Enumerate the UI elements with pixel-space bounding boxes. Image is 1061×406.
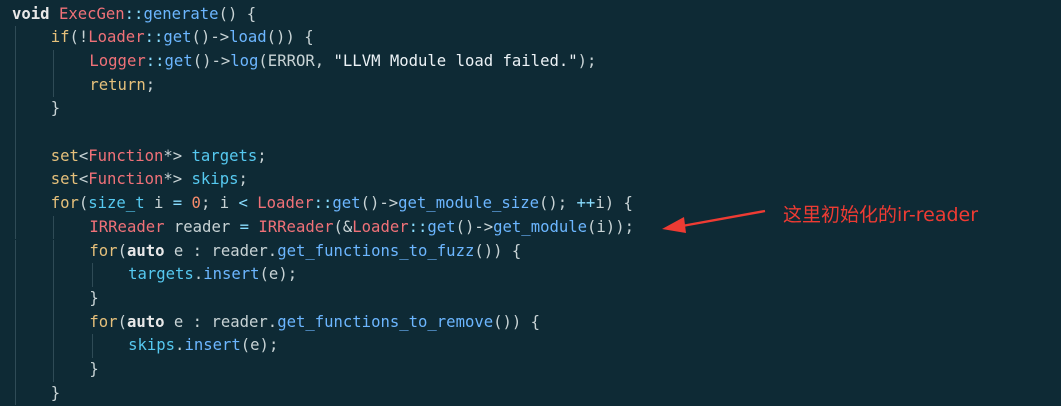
annotation-label: 这里初始化的ir-reader <box>783 204 979 226</box>
